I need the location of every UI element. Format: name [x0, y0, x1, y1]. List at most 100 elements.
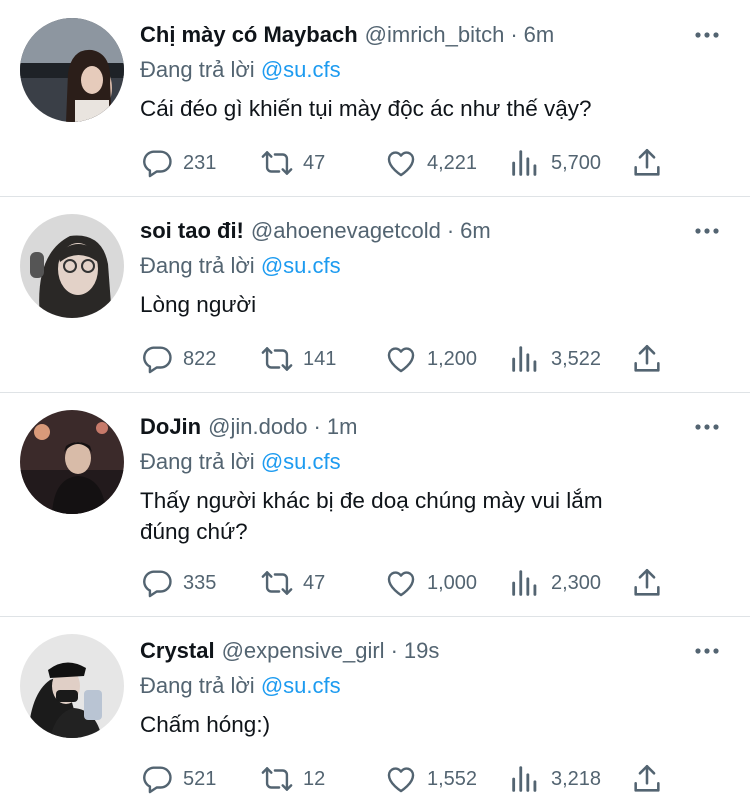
- retweet-count: 12: [303, 767, 326, 790]
- tweet-4[interactable]: Crystal @expensive_girl · 19s Đang trả l…: [0, 617, 750, 809]
- reply-button[interactable]: 231: [140, 146, 216, 180]
- like-button[interactable]: 4,221: [384, 146, 477, 180]
- timestamp[interactable]: 1m: [327, 414, 358, 440]
- avatar[interactable]: [20, 410, 124, 514]
- like-button[interactable]: 1,552: [384, 762, 477, 796]
- share-button[interactable]: [630, 566, 673, 600]
- like-count: 1,000: [427, 571, 478, 594]
- tweet-actions: 231 47 4,221 5,700: [140, 146, 670, 180]
- retweet-count: 47: [303, 151, 326, 174]
- reply-icon: [143, 150, 172, 178]
- replying-to-handle[interactable]: @su.cfs: [261, 673, 341, 698]
- share-icon: [634, 344, 660, 372]
- like-icon: [387, 767, 415, 793]
- views-icon: [512, 766, 537, 792]
- views-button[interactable]: 5,700: [508, 146, 601, 180]
- separator-dot: ·: [313, 414, 321, 439]
- share-button[interactable]: [630, 146, 673, 180]
- view-count: 2,300: [551, 571, 602, 594]
- like-icon: [387, 151, 415, 177]
- tweet-header: Crystal @expensive_girl · 19s: [140, 638, 680, 668]
- tweet-header: DoJin @jin.dodo · 1m: [140, 414, 680, 444]
- user-handle[interactable]: @jin.dodo: [208, 414, 307, 440]
- replying-to-label: Đang trả lời: [140, 57, 255, 82]
- replying-to: Đang trả lời @su.cfs: [140, 57, 341, 83]
- replying-to-label: Đang trả lời: [140, 449, 255, 474]
- share-icon: [634, 568, 660, 596]
- user-handle[interactable]: @ahoenevagetcold: [251, 218, 441, 244]
- more-options-button[interactable]: [694, 22, 720, 48]
- retweet-icon: [261, 347, 293, 371]
- retweet-button[interactable]: 47: [260, 146, 325, 180]
- tweet-text: Lòng người: [140, 292, 257, 317]
- tweet-3[interactable]: DoJin @jin.dodo · 1m Đang trả lời @su.cf…: [0, 393, 750, 617]
- timestamp[interactable]: 6m: [460, 218, 491, 244]
- like-icon: [387, 571, 415, 597]
- views-button[interactable]: 3,218: [508, 762, 601, 796]
- like-icon: [387, 347, 415, 373]
- tweet-2[interactable]: soi tao đi! @ahoenevagetcold · 6m Đang t…: [0, 197, 750, 393]
- reply-count: 335: [183, 571, 217, 594]
- view-count: 5,700: [551, 151, 602, 174]
- like-count: 4,221: [427, 151, 478, 174]
- separator-dot: ·: [510, 22, 518, 47]
- more-icon: [695, 32, 719, 38]
- tweet-header: soi tao đi! @ahoenevagetcold · 6m: [140, 218, 680, 248]
- replying-to: Đang trả lời @su.cfs: [140, 673, 341, 699]
- reply-button[interactable]: 335: [140, 566, 216, 600]
- avatar[interactable]: [20, 18, 124, 122]
- views-icon: [512, 570, 537, 596]
- display-name[interactable]: Crystal: [140, 638, 215, 664]
- retweet-button[interactable]: 12: [260, 762, 325, 796]
- user-handle[interactable]: @expensive_girl: [222, 638, 385, 664]
- tweet-actions: 521 12 1,552 3,218: [140, 762, 670, 796]
- more-options-button[interactable]: [694, 414, 720, 440]
- retweet-button[interactable]: 141: [260, 342, 336, 376]
- more-options-button[interactable]: [694, 638, 720, 664]
- reply-count: 822: [183, 347, 217, 370]
- reply-button[interactable]: 521: [140, 762, 216, 796]
- avatar-photo: [20, 18, 124, 122]
- replying-to-label: Đang trả lời: [140, 673, 255, 698]
- avatar-photo: [20, 214, 124, 318]
- views-button[interactable]: 3,522: [508, 342, 601, 376]
- view-count: 3,522: [551, 347, 602, 370]
- retweet-icon: [261, 151, 293, 175]
- retweet-icon: [261, 571, 293, 595]
- replying-to-handle[interactable]: @su.cfs: [261, 253, 341, 278]
- like-button[interactable]: 1,000: [384, 566, 477, 600]
- timestamp[interactable]: 19s: [404, 638, 439, 664]
- more-icon: [695, 228, 719, 234]
- share-icon: [634, 148, 660, 176]
- tweet-actions: 822 141 1,200 3,522: [140, 342, 670, 376]
- reply-icon: [143, 346, 172, 374]
- replying-to: Đang trả lời @su.cfs: [140, 449, 341, 475]
- retweet-button[interactable]: 47: [260, 566, 325, 600]
- like-count: 1,200: [427, 347, 478, 370]
- reply-button[interactable]: 822: [140, 342, 216, 376]
- share-button[interactable]: [630, 762, 673, 796]
- display-name[interactable]: soi tao đi!: [140, 218, 244, 244]
- display-name[interactable]: DoJin: [140, 414, 201, 440]
- reply-feed: Chị mày có Maybach @imrich_bitch · 6m Đa…: [0, 0, 750, 809]
- tweet-text: Chấm hóng:): [140, 712, 271, 737]
- avatar[interactable]: [20, 214, 124, 318]
- tweet-text: Cái đéo gì khiến tụi mày độc ác như thế …: [140, 96, 592, 121]
- replying-to: Đang trả lời @su.cfs: [140, 253, 341, 279]
- display-name[interactable]: Chị mày có Maybach: [140, 22, 358, 48]
- replying-to-handle[interactable]: @su.cfs: [261, 57, 341, 82]
- timestamp[interactable]: 6m: [524, 22, 555, 48]
- share-button[interactable]: [630, 342, 673, 376]
- user-handle[interactable]: @imrich_bitch: [365, 22, 505, 48]
- views-button[interactable]: 2,300: [508, 566, 601, 600]
- tweet-header: Chị mày có Maybach @imrich_bitch · 6m: [140, 22, 680, 52]
- like-button[interactable]: 1,200: [384, 342, 477, 376]
- more-options-button[interactable]: [694, 218, 720, 244]
- tweet-1[interactable]: Chị mày có Maybach @imrich_bitch · 6m Đa…: [0, 0, 750, 197]
- replying-to-label: Đang trả lời: [140, 253, 255, 278]
- view-count: 3,218: [551, 767, 602, 790]
- avatar[interactable]: [20, 634, 124, 738]
- more-icon: [695, 424, 719, 430]
- replying-to-handle[interactable]: @su.cfs: [261, 449, 341, 474]
- retweet-count: 47: [303, 571, 326, 594]
